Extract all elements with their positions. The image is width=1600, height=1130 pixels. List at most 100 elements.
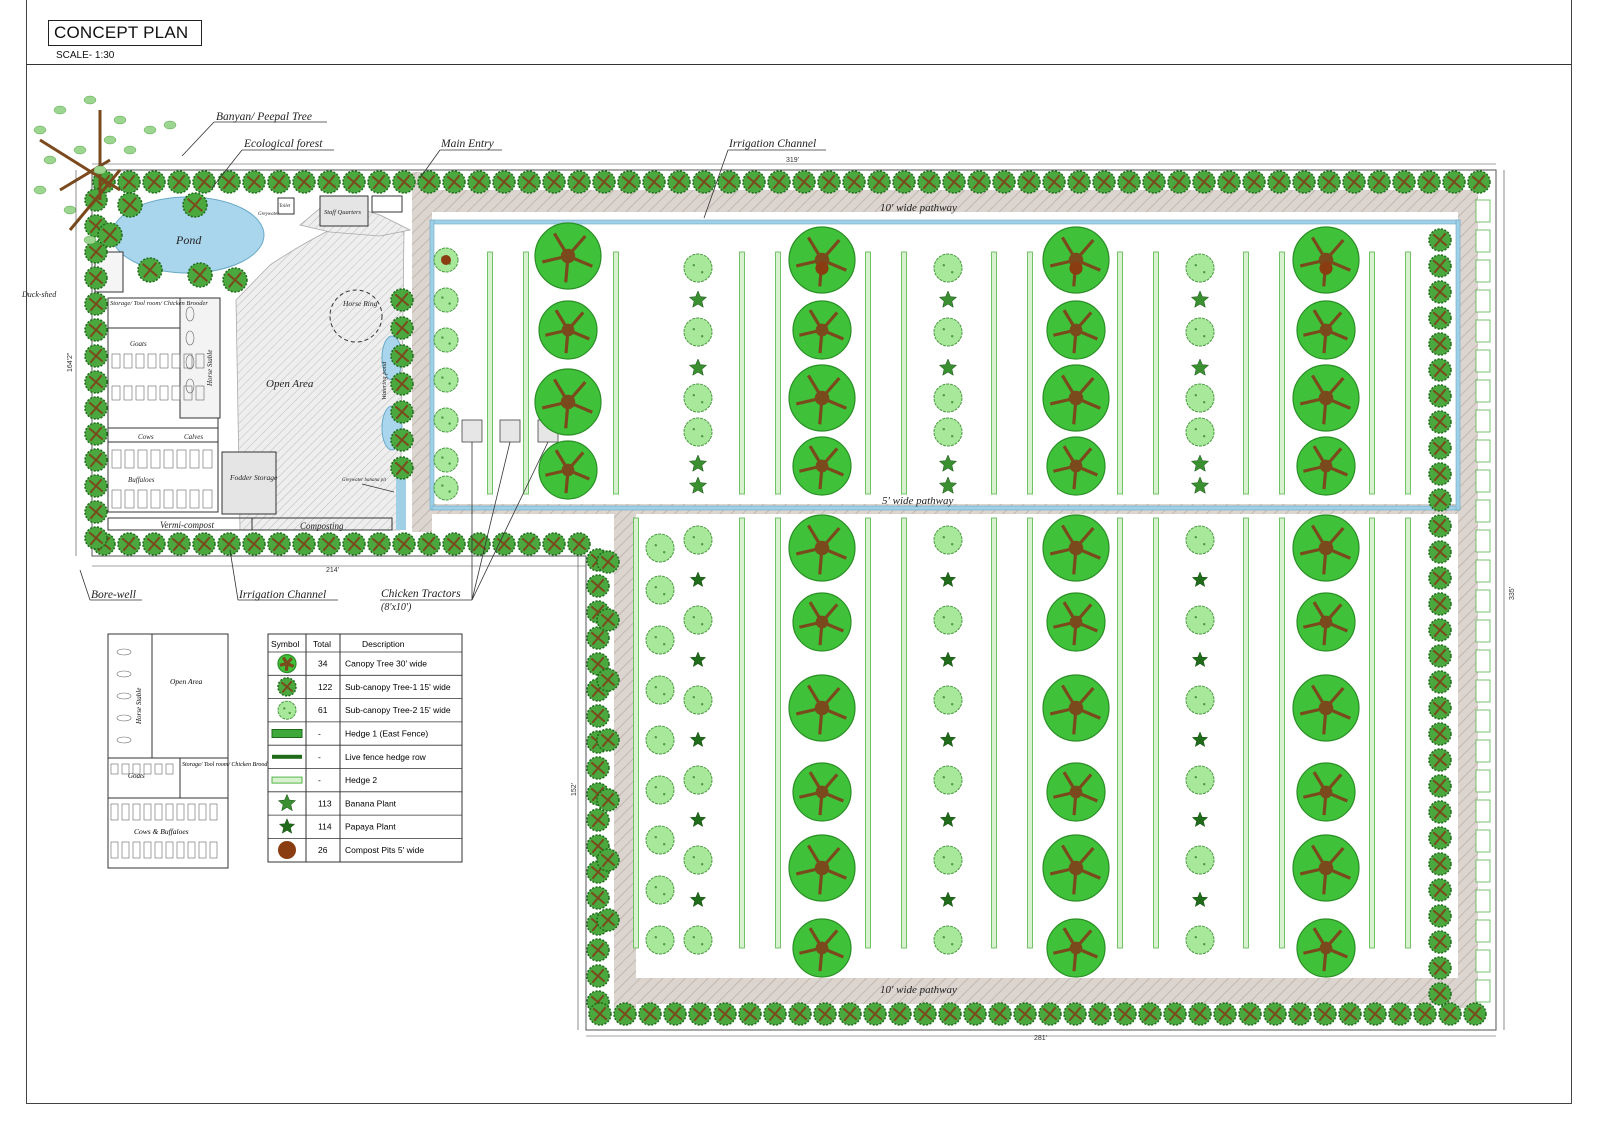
subcanopy-tree-1-icon [392,532,416,556]
subcanopy-tree-1-icon [1428,254,1452,278]
subcanopy-tree-1-icon [1438,1002,1462,1026]
subcanopy-tree-2-icon [933,383,963,413]
label-open-area: Open Area [266,378,314,390]
subcanopy-tree-1-icon [390,428,414,452]
subcanopy-tree-1-icon [467,170,491,194]
dim-bottom-left: 214' [326,567,339,574]
hedge-2-icon [1117,517,1123,949]
subcanopy-tree-1-icon [1238,1002,1262,1026]
hedge-1-icon [1475,889,1491,913]
subcanopy-tree-1-icon [222,267,248,293]
subcanopy-tree-2-icon [645,575,675,605]
subcanopy-tree-1-icon [617,170,641,194]
subcanopy-tree-1-icon [1338,1002,1362,1026]
subcanopy-tree-1-icon [182,192,208,218]
label-staff-quarters: Staff Quarters [324,209,361,216]
subcanopy-tree-1-icon [1428,956,1452,980]
subcanopy-tree-2-icon [683,765,713,795]
label-greywater-top: Greywater [258,212,279,217]
subcanopy-tree-2-icon [1185,317,1215,347]
inset-open-area: Open Area [170,677,203,686]
hedge-2-icon [1369,517,1375,949]
subcanopy-tree-2-icon [433,447,459,473]
hedge-2-icon [271,776,303,784]
hedge-1-icon [1475,589,1491,613]
subcanopy-tree-1-icon [1363,1002,1387,1026]
canopy-tree-icon [792,592,852,652]
label-horse-ring: Horse Ring [342,299,378,308]
subcanopy-tree-2-icon [433,287,459,313]
legend-total: 113 [318,798,332,808]
subcanopy-tree-2-icon [645,533,675,563]
hedge-2-icon [1279,517,1285,949]
subcanopy-tree-2-icon [433,327,459,353]
subcanopy-tree-1-icon [1163,1002,1187,1026]
subcanopy-tree-1-icon [417,170,441,194]
canopy-tree-icon [1046,762,1106,822]
subcanopy-tree-1-icon [1428,644,1452,668]
subcanopy-tree-1-icon [813,1002,837,1026]
subcanopy-tree-1-icon [1428,904,1452,928]
subcanopy-tree-1-icon [586,938,610,962]
subcanopy-tree-1-icon [596,668,620,692]
legend-header-symbol: Symbol [271,639,299,649]
hedge-2-icon [613,251,619,495]
subcanopy-tree-1-icon [817,170,841,194]
label-cows: Cows [138,433,154,441]
subcanopy-tree-1-icon [84,266,108,290]
subcanopy-tree-1-icon [1042,170,1066,194]
hedge-1-icon [1475,319,1491,343]
subcanopy-tree-1-icon [667,170,691,194]
subcanopy-tree-1-icon [713,1002,737,1026]
subcanopy-tree-2-icon [683,317,713,347]
subcanopy-tree-1-icon [1113,1002,1137,1026]
subcanopy-tree-1-icon [1428,306,1452,330]
hedge-1-icon [1475,289,1491,313]
subcanopy-tree-1-icon [317,170,341,194]
subcanopy-tree-1-icon [767,170,791,194]
hedge-2-icon [991,251,997,495]
subcanopy-tree-1-icon [467,532,491,556]
label-goats: Goats [130,340,147,348]
subcanopy-tree-1-icon [692,170,716,194]
subcanopy-tree-1-icon [763,1002,787,1026]
subcanopy-tree-2-icon [1185,525,1215,555]
subcanopy-tree-1-icon [117,532,141,556]
canopy-tree-icon [1042,834,1110,902]
subcanopy-tree-1-icon [596,788,620,812]
hedge-1-icon [1475,979,1491,1003]
subcanopy-tree-1-icon [1413,1002,1437,1026]
subcanopy-tree-1-icon [917,170,941,194]
label-buffaloes: Buffaloes [128,476,155,484]
label-watering-pond: Watering pond [381,361,388,400]
subcanopy-tree-1-icon [963,1002,987,1026]
subcanopy-tree-1-icon [292,532,316,556]
subcanopy-tree-2-icon [1185,383,1215,413]
hedge-1-icon [1475,799,1491,823]
label-toilet: Toilet [279,204,291,209]
hedge-2-icon [1027,517,1033,949]
subcanopy-tree-2-icon [1185,417,1215,447]
subcanopy-tree-1-icon [913,1002,937,1026]
subcanopy-tree-2-icon [683,925,713,955]
subcanopy-tree-1-icon [142,532,166,556]
subcanopy-tree-1-icon [892,170,916,194]
inset-goats: Goats [128,772,145,780]
subcanopy-tree-1-icon [187,262,213,288]
subcanopy-tree-1-icon [1138,1002,1162,1026]
subcanopy-tree-1-icon [1428,774,1452,798]
legend-description: Papaya Plant [345,822,396,832]
subcanopy-tree-2-icon [433,367,459,393]
canopy-tree-icon [792,300,852,360]
legend-header-description: Description [362,639,405,649]
subcanopy-tree-1-icon [242,532,266,556]
subcanopy-tree-2-icon [1185,253,1215,283]
hedge-2-icon [1405,251,1411,495]
hedge-1-icon [1475,769,1491,793]
hedge-1-icon [1475,439,1491,463]
hedge-1-icon [271,729,303,738]
subcanopy-tree-1-icon [1428,800,1452,824]
hedge-2-icon [865,251,871,495]
subcanopy-tree-1-icon [367,532,391,556]
subcanopy-tree-1-icon [1392,170,1416,194]
